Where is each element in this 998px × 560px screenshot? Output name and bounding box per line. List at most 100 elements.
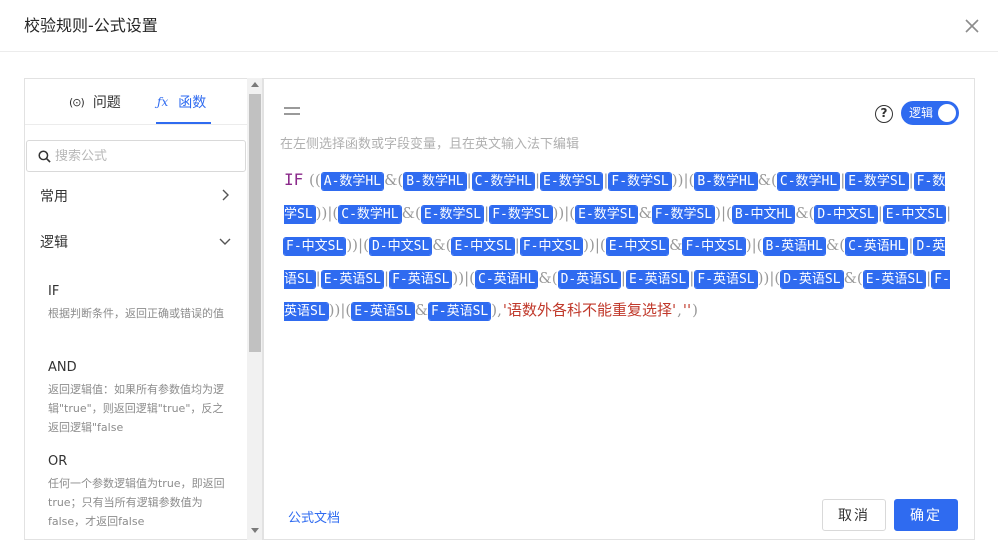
formula-variable-chip[interactable]: E-英语SL: [352, 303, 414, 321]
formula-operator: ))|(: [328, 301, 352, 320]
search-input[interactable]: [55, 148, 225, 164]
function-desc: 根据判断条件，返回正确或错误的值: [48, 307, 224, 320]
formula-operator: ))|(: [757, 268, 781, 287]
formula-variable-chip[interactable]: E-英语SL: [626, 270, 689, 288]
formula-variable-chip[interactable]: F-英语SL: [428, 303, 491, 321]
function-panel: (⊙) 问题 ƒx 函数 常用 逻辑: [24, 78, 263, 540]
chevron-right-icon: [222, 189, 229, 201]
formula-operator: &: [638, 203, 652, 222]
formula-variable-chip[interactable]: E-中文SL: [452, 238, 514, 256]
formula-operator: ))|(: [346, 236, 369, 255]
category-common[interactable]: 常用: [25, 173, 249, 219]
formula-variable-chip[interactable]: E-中文SL: [606, 238, 669, 256]
formula-variable-chip[interactable]: B-数学HL: [695, 173, 757, 190]
dialog-title: 校验规则-公式设置: [24, 16, 158, 35]
formula-operator: &(: [432, 236, 452, 255]
formula-operator: |: [908, 171, 914, 189]
formula-variable-chip[interactable]: F-英语SL: [695, 270, 757, 288]
formula-variable-chip[interactable]: F-数学SL: [490, 205, 552, 223]
equals-icon: [284, 107, 300, 117]
formula-operator: &(: [757, 171, 777, 189]
formula-variable-chip[interactable]: F-数学SL: [652, 205, 715, 223]
active-tab-indicator: [156, 122, 211, 124]
formula-variable-chip[interactable]: B-英语HL: [763, 238, 825, 256]
formula-variable-chip[interactable]: C-英语HL: [846, 238, 908, 256]
function-icon: ƒx: [157, 95, 169, 109]
formula-variable-chip[interactable]: F-中文SL: [520, 238, 583, 256]
function-name: AND: [48, 360, 77, 375]
help-icon[interactable]: ?: [875, 105, 893, 123]
formula-variable-chip[interactable]: E-数学SL: [846, 173, 908, 190]
formula-operator: ): [692, 301, 699, 320]
formula-operator: ,: [677, 301, 682, 320]
logic-toggle[interactable]: 逻辑: [901, 101, 959, 125]
formula-operator: &(: [795, 203, 815, 222]
formula-variable-chip[interactable]: B-中文HL: [732, 205, 795, 223]
formula-operator: |: [534, 171, 541, 189]
formula-operator: &(: [843, 268, 863, 287]
formula-variable-chip[interactable]: E-数学SL: [541, 173, 603, 190]
formula-operator: ))|(: [452, 268, 476, 287]
close-icon[interactable]: [960, 14, 984, 38]
formula-function-keyword: IF: [284, 170, 304, 189]
formula-dialog: 校验规则-公式设置 (⊙) 问题 ƒx 函数 常用: [0, 0, 998, 560]
formula-variable-chip[interactable]: D-英语SL: [558, 270, 620, 288]
formula-variable-chip[interactable]: E-英语SL: [321, 270, 384, 288]
variable-icon: (⊙): [69, 95, 85, 109]
formula-operator: |: [620, 268, 626, 287]
formula-variable-chip[interactable]: E-数学SL: [421, 205, 484, 223]
dialog-header: 校验规则-公式设置: [0, 0, 998, 52]
function-item-and[interactable]: AND 返回逻辑值：如果所有参数值均为逻辑"true"，则返回逻辑"true"，…: [48, 359, 228, 437]
formula-operator: ((: [309, 171, 321, 189]
formula-string-literal: '': [682, 301, 692, 320]
formula-variable-chip[interactable]: E-英语SL: [863, 270, 926, 288]
formula-operator: |: [877, 203, 883, 222]
formula-operator: &: [414, 301, 428, 320]
formula-operator: &(: [384, 171, 404, 189]
function-item-or[interactable]: OR 任何一个参数逻辑值为true，即返回true；只有当所有逻辑参数值为fal…: [48, 453, 228, 531]
scrollbar-thumb[interactable]: [249, 94, 261, 352]
scroll-down-arrow-icon[interactable]: [251, 528, 259, 533]
panel-tabs: (⊙) 问题 ƒx 函数: [25, 79, 249, 125]
formula-variable-chip[interactable]: C-英语HL: [476, 270, 538, 288]
tab-function-label: 函数: [178, 95, 207, 111]
formula-operator: |: [466, 171, 472, 189]
tab-question[interactable]: (⊙) 问题: [69, 79, 121, 125]
formula-variable-chip[interactable]: F-中文SL: [683, 238, 745, 256]
formula-operator: |: [315, 268, 321, 287]
formula-variable-chip[interactable]: C-数学HL: [777, 173, 840, 190]
formula-operator: ))|(: [583, 236, 606, 255]
function-desc: 返回逻辑值：如果所有参数值均为逻辑"true"，则返回逻辑"true"，反之返回…: [48, 383, 224, 434]
category-logic[interactable]: 逻辑: [25, 219, 249, 265]
formula-operator: &(: [538, 268, 558, 287]
formula-variable-chip[interactable]: C-数学HL: [472, 173, 534, 190]
function-item-if[interactable]: IF 根据判断条件，返回正确或错误的值: [48, 283, 228, 323]
formula-variable-chip[interactable]: E-数学SL: [576, 205, 638, 223]
formula-variable-chip[interactable]: F-中文SL: [284, 238, 346, 256]
formula-variable-chip[interactable]: D-英语SL: [781, 270, 843, 288]
formula-doc-link[interactable]: 公式文档: [288, 507, 340, 526]
cancel-button[interactable]: 取消: [822, 499, 886, 531]
formula-string-literal: '语数外各科不能重复选择': [502, 301, 677, 320]
formula-variable-chip[interactable]: D-中文SL: [369, 238, 432, 256]
category-logic-label: 逻辑: [40, 235, 68, 251]
formula-variable-chip[interactable]: C-数学HL: [339, 205, 401, 223]
function-desc: 任何一个参数逻辑值为true，即返回true；只有当所有逻辑参数值为false，…: [48, 477, 225, 528]
formula-variable-chip[interactable]: D-中文SL: [815, 205, 877, 223]
tab-question-label: 问题: [92, 95, 121, 111]
formula-variable-chip[interactable]: F-英语SL: [390, 270, 452, 288]
formula-editor: ? 逻辑 在左侧选择函数或字段变量，且在英文输入法下编辑 IF ((A-数学HL…: [263, 78, 975, 540]
search-box: [26, 140, 246, 172]
confirm-button[interactable]: 确定: [894, 499, 958, 531]
formula-variable-chip[interactable]: E-中文SL: [883, 205, 946, 223]
formula-variable-chip[interactable]: F-数学SL: [609, 173, 671, 190]
formula-variable-chip[interactable]: B-数学HL: [404, 173, 466, 190]
editor-hint: 在左侧选择函数或字段变量，且在英文输入法下编辑: [280, 137, 580, 152]
function-name: OR: [48, 454, 68, 469]
tab-function[interactable]: ƒx 函数: [157, 79, 206, 125]
formula-variable-chip[interactable]: A-数学HL: [321, 173, 384, 190]
formula-operator: |: [514, 236, 520, 255]
formula-operator: &: [669, 236, 683, 255]
formula-input[interactable]: IF ((A-数学HL &(B-数学HL | C-数学HL | E-数学SL | F-数学SL…: [284, 164, 956, 328]
scroll-up-arrow-icon[interactable]: [251, 82, 259, 87]
